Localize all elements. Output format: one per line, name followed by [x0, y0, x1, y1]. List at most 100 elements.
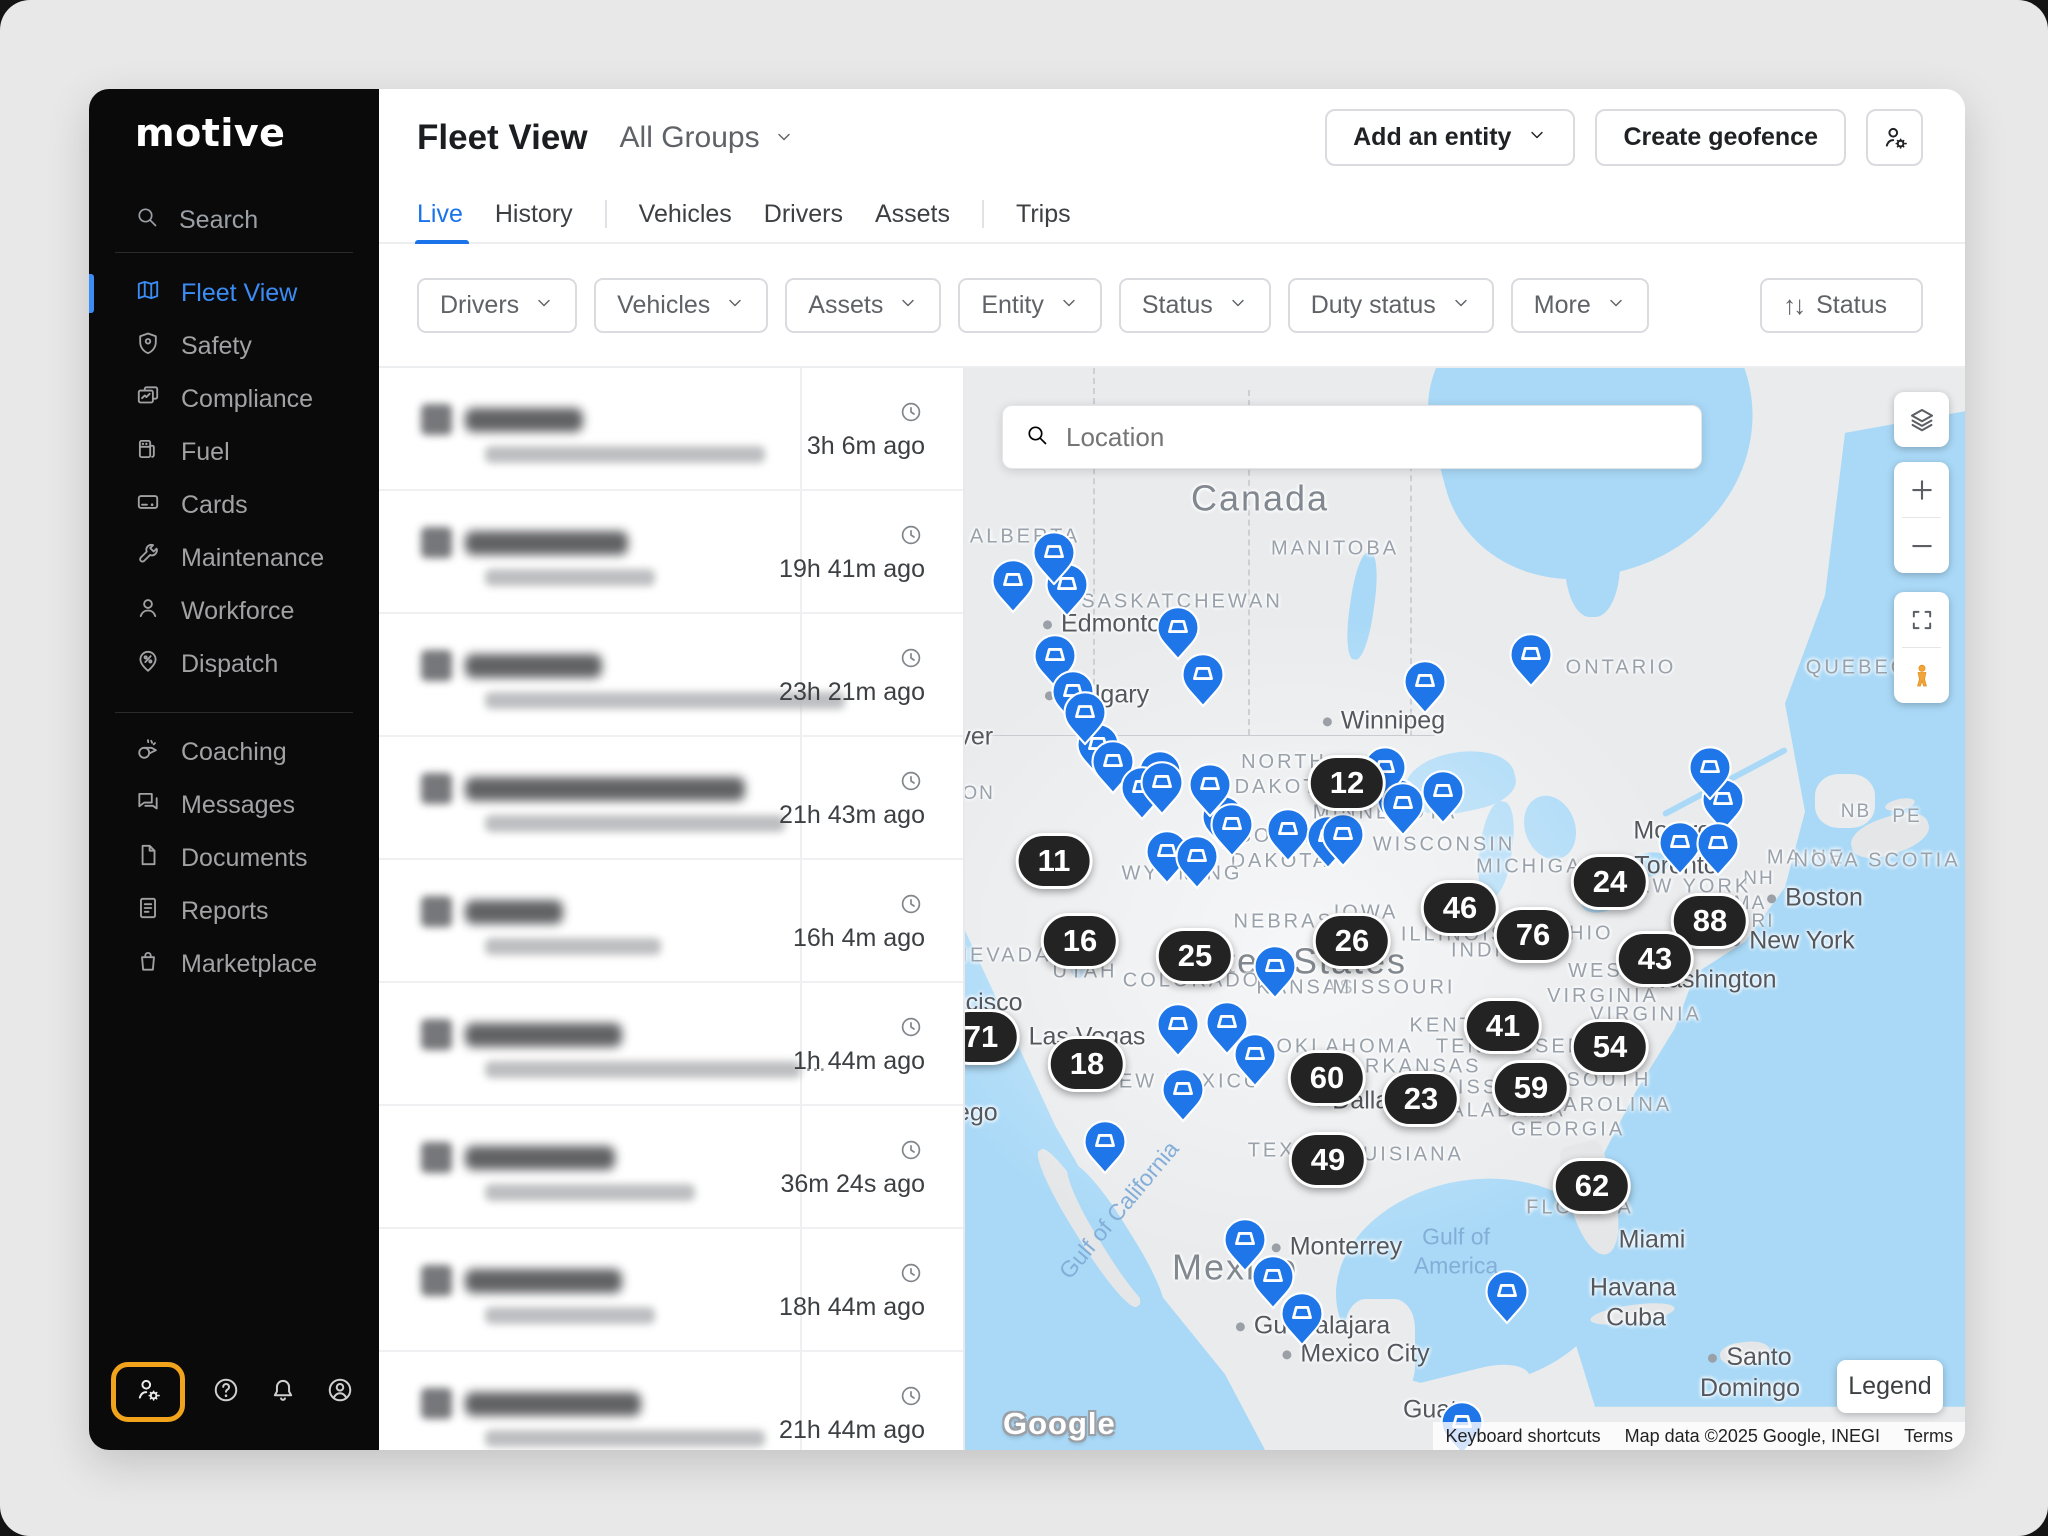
vehicle-cluster-49[interactable]: 49	[1289, 1132, 1367, 1188]
manage-users-button[interactable]	[1866, 109, 1923, 166]
zoom-out-button[interactable]	[1894, 518, 1949, 573]
last-update-timestamp: 3h 6m ago	[807, 432, 925, 461]
vehicle-pin[interactable]	[1083, 1120, 1127, 1174]
create-geofence-button[interactable]: Create geofence	[1595, 109, 1846, 166]
vehicle-cluster-76[interactable]: 76	[1494, 907, 1572, 963]
entity-list-item[interactable]: 36m 24s ago	[379, 1106, 965, 1229]
filter-more[interactable]: More	[1511, 278, 1649, 333]
legend-button[interactable]: Legend	[1837, 1360, 1943, 1413]
vehicle-pin[interactable]	[1156, 1003, 1200, 1057]
vehicle-cluster-62[interactable]: 62	[1553, 1158, 1631, 1214]
vehicle-cluster-23[interactable]: 23	[1382, 1071, 1460, 1127]
map[interactable]: CanadaUnited StatesMexicoALBERTAMANITOBA…	[965, 368, 1965, 1450]
sidebar-item-documents[interactable]: Documents	[89, 832, 379, 885]
vehicle-cluster-26[interactable]: 26	[1313, 913, 1391, 969]
account-button[interactable]	[324, 1376, 357, 1409]
entity-list-item[interactable]: 16h 4m ago	[379, 860, 965, 983]
sidebar-item-label: Messages	[181, 791, 295, 820]
filter-status[interactable]: Status	[1119, 278, 1271, 333]
sidebar-item-workforce[interactable]: Workforce	[89, 585, 379, 638]
location-input[interactable]	[1066, 422, 1679, 453]
vehicle-cluster-11[interactable]: 11	[1016, 833, 1093, 889]
vehicle-pin[interactable]	[991, 560, 1035, 614]
sidebar-item-fleet-view[interactable]: Fleet View	[89, 267, 379, 320]
vehicle-pin[interactable]	[1321, 813, 1365, 867]
notifications-button[interactable]	[266, 1376, 299, 1409]
vehicle-cluster-46[interactable]: 46	[1421, 880, 1499, 936]
sort-by-status-button[interactable]: ↑↓ Status	[1760, 278, 1923, 333]
sidebar-item-marketplace[interactable]: Marketplace	[89, 938, 379, 991]
search-input[interactable]: Search	[89, 191, 379, 249]
help-button[interactable]	[209, 1376, 242, 1409]
vehicle-cluster-24[interactable]: 24	[1571, 854, 1649, 910]
filter-vehicles[interactable]: Vehicles	[594, 278, 768, 333]
sidebar-item-dispatch[interactable]: Dispatch	[89, 638, 379, 691]
entity-list-item[interactable]: 18h 44m ago	[379, 1229, 965, 1352]
tab-vehicles[interactable]: Vehicles	[639, 186, 732, 242]
entity-list-item[interactable]: 21h 43m ago	[379, 737, 965, 860]
vehicle-pin[interactable]	[1266, 808, 1310, 862]
tab-assets[interactable]: Assets	[875, 186, 950, 242]
vehicle-cluster-41[interactable]: 41	[1464, 998, 1542, 1054]
entity-list-item[interactable]: 19h 41m ago	[379, 491, 965, 614]
map-layers-button[interactable]	[1894, 392, 1949, 447]
admin-settings-button[interactable]	[111, 1362, 185, 1422]
vehicle-pin[interactable]	[1233, 1033, 1277, 1087]
sidebar-item-maintenance[interactable]: Maintenance	[89, 532, 379, 585]
fullscreen-button[interactable]	[1894, 592, 1949, 647]
vehicle-pin[interactable]	[1175, 835, 1219, 889]
vehicle-cluster-59[interactable]: 59	[1492, 1060, 1570, 1116]
vehicle-pin[interactable]	[1403, 660, 1447, 714]
zoom-in-button[interactable]	[1894, 462, 1949, 517]
vehicle-pin[interactable]	[1696, 822, 1740, 876]
vehicle-cluster-54[interactable]: 54	[1571, 1019, 1649, 1075]
filter-entity[interactable]: Entity	[958, 278, 1102, 333]
filter-assets[interactable]: Assets	[785, 278, 941, 333]
sidebar-item-safety[interactable]: Safety	[89, 320, 379, 373]
sidebar-item-cards[interactable]: Cards	[89, 479, 379, 532]
group-selector[interactable]: All Groups	[620, 121, 794, 155]
entity-list-item[interactable]: 23h 21m ago	[379, 614, 965, 737]
vehicle-pin[interactable]	[1181, 653, 1225, 707]
vehicle-pin[interactable]	[1253, 945, 1297, 999]
keyboard-shortcuts-link[interactable]: Keyboard shortcuts	[1433, 1422, 1612, 1450]
tab-history[interactable]: History	[495, 186, 573, 242]
vehicle-cluster-43[interactable]: 43	[1616, 931, 1694, 987]
entity-list-item[interactable]: 3h 6m ago	[379, 368, 965, 491]
vehicle-cluster-25[interactable]: 25	[1156, 928, 1234, 984]
sidebar-item-coaching[interactable]: Coaching	[89, 726, 379, 779]
sidebar-item-fuel[interactable]: Fuel	[89, 426, 379, 479]
entity-list-item[interactable]: ...1h 44m ago	[379, 983, 965, 1106]
vehicle-cluster-60[interactable]: 60	[1288, 1050, 1366, 1106]
sidebar-item-reports[interactable]: Reports	[89, 885, 379, 938]
vehicle-pin[interactable]	[1421, 771, 1465, 825]
filter-drivers[interactable]: Drivers	[417, 278, 577, 333]
tab-drivers[interactable]: Drivers	[764, 186, 843, 242]
sidebar-item-compliance[interactable]: Compliance	[89, 373, 379, 426]
vehicle-pin[interactable]	[1280, 1292, 1324, 1346]
entity-list-item[interactable]: 21h 44m ago	[379, 1352, 965, 1450]
vehicle-cluster-18[interactable]: 18	[1048, 1036, 1126, 1092]
vehicle-pin[interactable]	[1161, 1068, 1205, 1122]
tab-live[interactable]: Live	[417, 186, 463, 242]
entity-name-redacted	[465, 408, 583, 432]
sidebar-item-messages[interactable]: Messages	[89, 779, 379, 832]
vehicle-pin-stacked[interactable]	[1045, 563, 1089, 617]
map-location-search[interactable]	[1002, 405, 1702, 469]
vehicle-pin[interactable]	[1140, 761, 1184, 815]
terms-link[interactable]: Terms	[1892, 1422, 1965, 1450]
sidebar-item-label: Dispatch	[181, 650, 278, 679]
clock-icon	[899, 769, 923, 798]
header: Fleet View All Groups Add an entity Crea…	[379, 89, 1965, 186]
person-icon	[135, 595, 161, 628]
vehicle-pin[interactable]	[1485, 1270, 1529, 1324]
filter-duty-status[interactable]: Duty status	[1288, 278, 1494, 333]
entity-avatar-redacted	[421, 527, 452, 558]
vehicle-cluster-16[interactable]: 16	[1041, 913, 1119, 969]
add-entity-button[interactable]: Add an entity	[1325, 109, 1575, 166]
tab-trips[interactable]: Trips	[1016, 186, 1071, 242]
vehicle-pin[interactable]	[1509, 633, 1553, 687]
street-view-pegman-button[interactable]	[1894, 648, 1949, 703]
vehicle-pin[interactable]	[1381, 782, 1425, 836]
vehicle-cluster-12[interactable]: 12	[1308, 755, 1386, 811]
